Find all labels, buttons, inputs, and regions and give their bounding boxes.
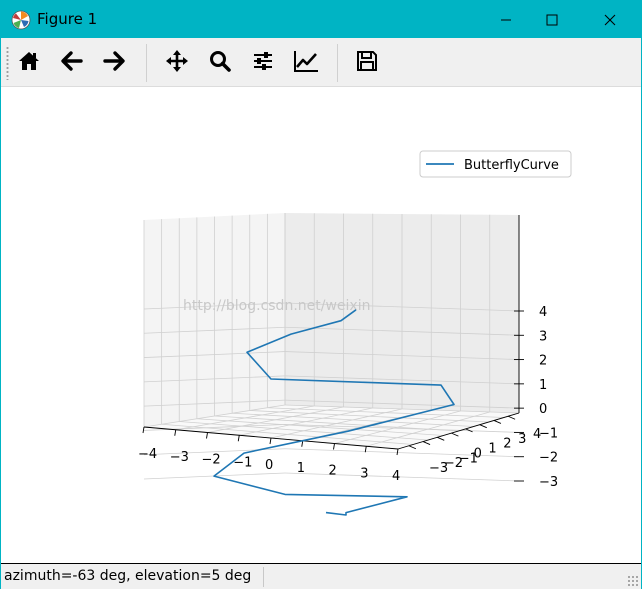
x-tick-label: 2 bbox=[329, 464, 337, 479]
z-tick-label: 2 bbox=[539, 354, 547, 369]
minimize-icon bbox=[500, 14, 512, 26]
move-icon bbox=[165, 49, 189, 77]
edit-axes-button[interactable] bbox=[290, 47, 322, 79]
toolbar-grip[interactable] bbox=[6, 46, 9, 80]
forward-button[interactable] bbox=[98, 47, 130, 79]
sliders-icon bbox=[251, 49, 275, 77]
z-tick-label: −2 bbox=[539, 451, 558, 466]
toolbar-separator bbox=[337, 44, 338, 82]
legend[interactable]: ButterflyCurve bbox=[419, 150, 572, 178]
navigation-toolbar bbox=[1, 38, 641, 87]
figure-window: Figure 1 −4 −3 −2 −1 0 1 2 3 4 −3 −2 −1 … bbox=[0, 0, 642, 589]
z-tick-label: −3 bbox=[539, 475, 558, 490]
y-tick-label: 1 bbox=[488, 442, 496, 457]
configure-subplots-button[interactable] bbox=[247, 47, 279, 79]
x-tick-label: 1 bbox=[297, 461, 305, 476]
z-axis-ticks: −3 −2 −1 0 1 2 3 4 bbox=[514, 305, 558, 490]
floppy-disk-icon bbox=[355, 49, 379, 77]
y-tick-label: 0 bbox=[474, 446, 482, 461]
x-tick-label: 4 bbox=[392, 469, 400, 484]
status-divider bbox=[263, 567, 264, 587]
title-bar[interactable]: Figure 1 bbox=[1, 1, 641, 38]
x-tick-label: −1 bbox=[233, 455, 252, 470]
status-text: azimuth=-63 deg, elevation=5 deg bbox=[4, 568, 252, 584]
x-tick-label: −3 bbox=[170, 450, 189, 465]
home-button[interactable] bbox=[13, 47, 45, 79]
resize-grip[interactable] bbox=[627, 575, 639, 587]
home-icon bbox=[17, 49, 41, 77]
axes3d-plot[interactable]: −4 −3 −2 −1 0 1 2 3 4 −3−2−10 1 2 3 4 −3−2−101234 ht… bbox=[1, 87, 641, 563]
line-chart-icon bbox=[293, 49, 319, 77]
save-button[interactable] bbox=[351, 47, 383, 79]
z-tick-label: −1 bbox=[539, 426, 558, 441]
zoom-button[interactable] bbox=[204, 47, 236, 79]
arrow-left-icon bbox=[60, 49, 84, 77]
close-icon bbox=[604, 14, 616, 26]
x-tick-label: −2 bbox=[202, 453, 221, 468]
z-tick-label: 1 bbox=[539, 378, 547, 393]
close-button[interactable] bbox=[587, 1, 633, 38]
magnifier-icon bbox=[208, 49, 232, 77]
watermark-text: http://blog.csdn.net/weixin bbox=[183, 298, 370, 314]
toolbar-separator bbox=[146, 44, 147, 82]
z-tick-label: 0 bbox=[539, 402, 547, 417]
pan-button[interactable] bbox=[161, 47, 193, 79]
minimize-button[interactable] bbox=[483, 1, 529, 38]
x-tick-label: 3 bbox=[360, 466, 368, 481]
legend-label: ButterflyCurve bbox=[464, 158, 559, 173]
maximize-icon bbox=[546, 14, 558, 26]
figure-canvas[interactable]: −4 −3 −2 −1 0 1 2 3 4 −3 −2 −1 0 1 2 3 4 −3 −2 −1 0 1 2 3 4 ht… bbox=[1, 87, 641, 563]
matplotlib-icon bbox=[11, 10, 31, 30]
z-tick-label: 4 bbox=[539, 305, 547, 320]
arrow-right-icon bbox=[102, 49, 126, 77]
y-tick-label: 3 bbox=[518, 432, 526, 447]
back-button[interactable] bbox=[56, 47, 88, 79]
window-title: Figure 1 bbox=[37, 10, 98, 28]
z-tick-label: 3 bbox=[539, 329, 547, 344]
maximize-button[interactable] bbox=[529, 1, 575, 38]
x-tick-label: 0 bbox=[265, 458, 273, 473]
x-tick-label: −4 bbox=[138, 447, 157, 462]
status-bar: azimuth=-63 deg, elevation=5 deg bbox=[1, 563, 641, 589]
y-tick-label: 2 bbox=[503, 437, 511, 452]
